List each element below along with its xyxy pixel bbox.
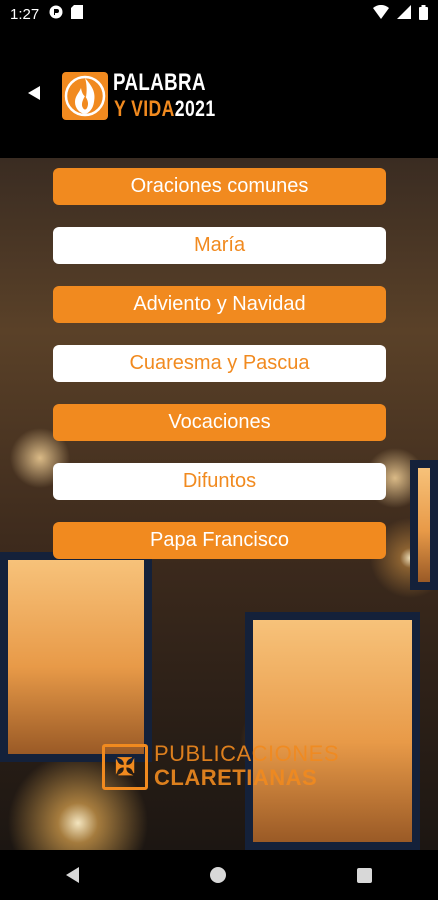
- logo-subtitle-text: Y VIDA: [114, 96, 175, 121]
- lantern-image: [245, 612, 420, 850]
- palabra-y-vida-logo: [62, 72, 108, 120]
- logo-subtitle: Y VIDA2021: [114, 98, 216, 120]
- cuaresma-pascua-button[interactable]: Cuaresma y Pascua: [53, 345, 386, 382]
- difuntos-button[interactable]: Difuntos: [53, 463, 386, 500]
- vocaciones-button[interactable]: Vocaciones: [53, 404, 386, 441]
- adviento-navidad-button[interactable]: Adviento y Navidad: [53, 286, 386, 323]
- notification-icon: [49, 5, 63, 23]
- sd-card-icon: [71, 5, 84, 23]
- oraciones-comunes-button[interactable]: Oraciones comunes: [53, 168, 386, 205]
- category-menu: Oraciones comunes María Adviento y Navid…: [53, 168, 386, 581]
- wifi-icon: [373, 4, 389, 23]
- publisher-logo: ✠ PUBLICACIONES CLARETIANAS: [102, 742, 422, 792]
- publisher-name-line1: PUBLICACIONES: [154, 741, 339, 766]
- status-icons-right: [373, 4, 428, 24]
- claretianas-emblem-icon: ✠: [102, 744, 148, 790]
- battery-icon: [419, 4, 428, 24]
- lantern-image: [410, 460, 438, 590]
- nav-recents-icon[interactable]: [357, 867, 373, 883]
- flame-icon: [64, 75, 106, 117]
- publisher-name-line2: CLARETIANAS: [154, 765, 318, 790]
- nav-back-icon[interactable]: [65, 867, 79, 883]
- signal-icon: [397, 5, 411, 23]
- papa-francisco-button[interactable]: Papa Francisco: [53, 522, 386, 559]
- nav-home-icon[interactable]: [209, 867, 226, 883]
- status-bar: 1:27: [0, 0, 438, 28]
- maria-button[interactable]: María: [53, 227, 386, 264]
- back-arrow-icon[interactable]: [28, 86, 40, 100]
- logo-title: PALABRA: [113, 69, 206, 96]
- status-time: 1:27: [10, 5, 40, 23]
- logo-year: 2021: [174, 96, 216, 121]
- system-nav-bar: [0, 850, 438, 900]
- lantern-image: [0, 552, 152, 762]
- app-header: PALABRA Y VIDA2021: [0, 28, 438, 158]
